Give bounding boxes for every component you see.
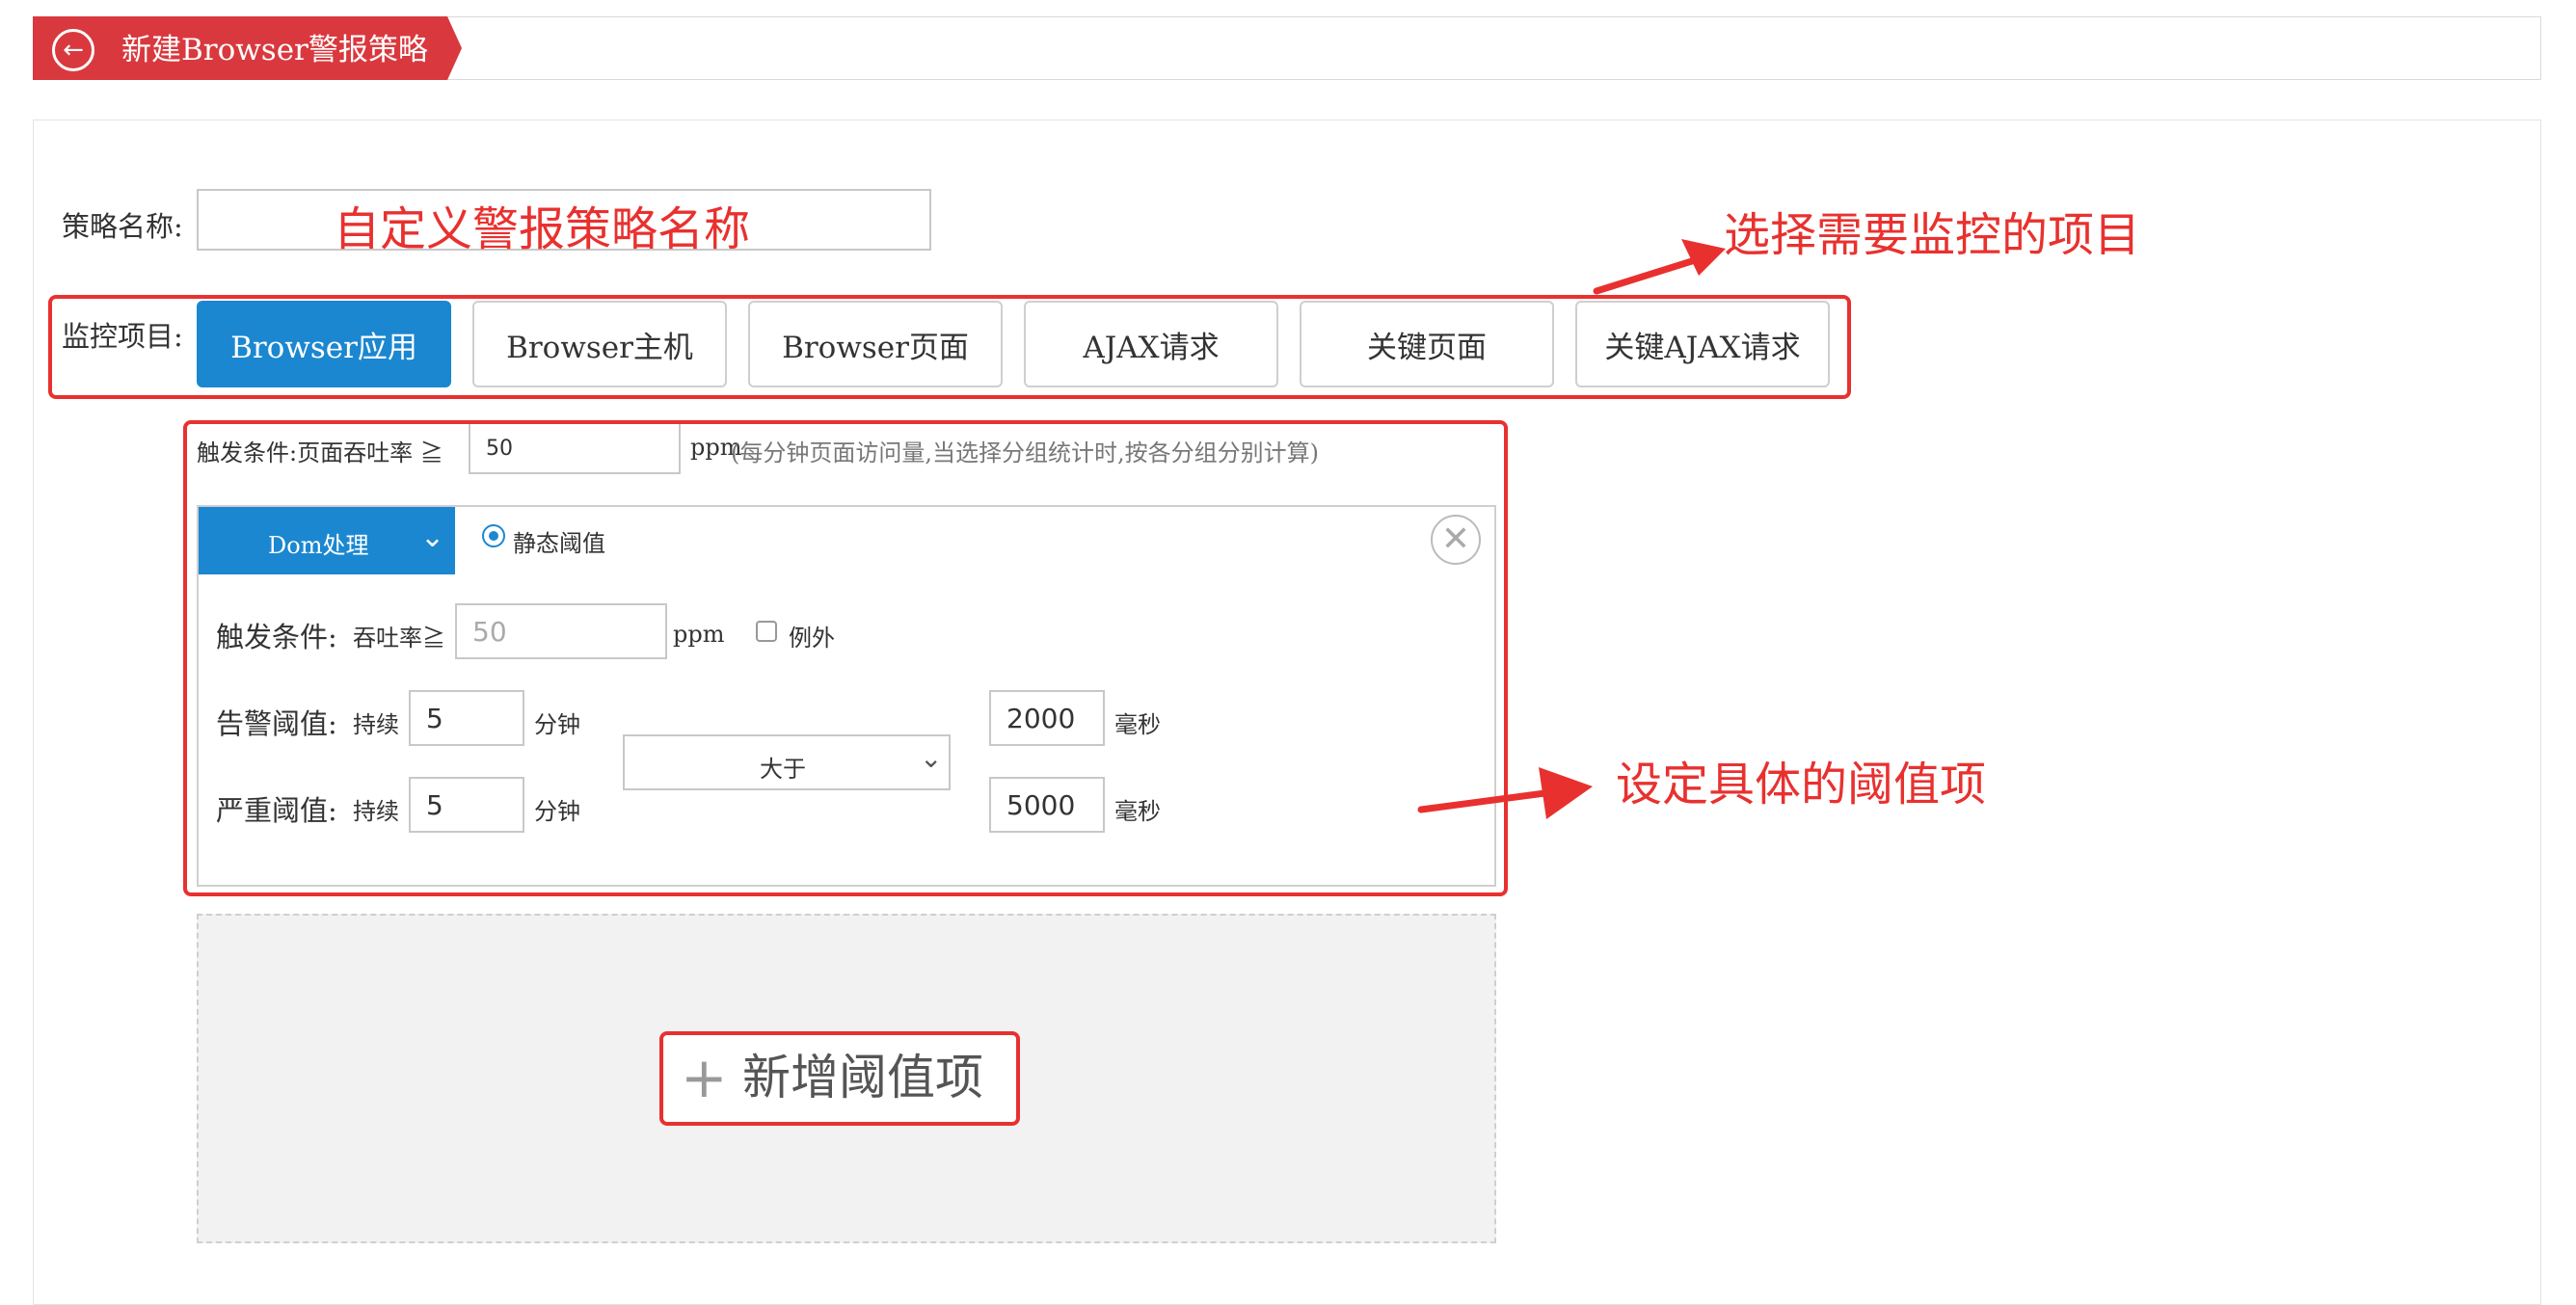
annotation-box-threshold — [183, 420, 1508, 896]
add-threshold-label: 新增阈值项 — [742, 1050, 983, 1105]
annotation-threshold: 设定具体的阈值项 — [1616, 758, 1987, 812]
annotation-arrow-monitor — [1593, 239, 1726, 295]
annotation-monitor: 选择需要监控的项目 — [1724, 208, 2141, 262]
plus-icon: + — [681, 1045, 728, 1110]
annotation-policy-name: 自定义警报策略名称 — [334, 202, 751, 256]
policy-name-label: 策略名称: — [62, 210, 183, 243]
annotation-arrow-threshold — [1417, 767, 1593, 819]
page-title: 新建Browser警报策略 — [121, 33, 428, 67]
back-arrow-icon[interactable]: ← — [52, 29, 94, 71]
